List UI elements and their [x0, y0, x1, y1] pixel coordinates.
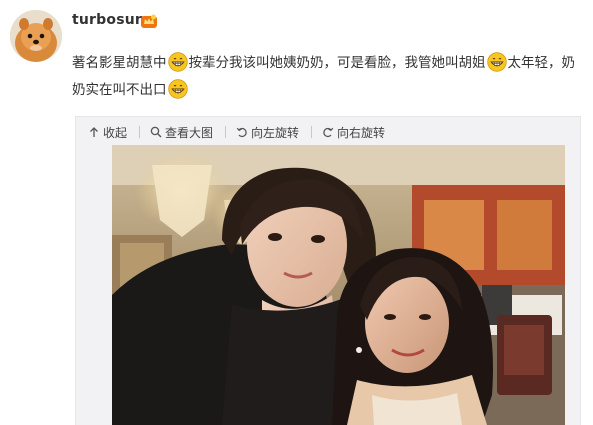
pomeranian-avatar-image [10, 10, 62, 62]
collapse-label: 收起 [103, 125, 128, 140]
grin-emoji-icon [167, 52, 188, 72]
view-large-label: 查看大图 [165, 125, 214, 140]
post-text-segment: 按辈分我该叫她姨奶奶，可是看脸，我管她叫胡姐 [188, 55, 486, 71]
selfie-photo-image [112, 145, 565, 425]
vip-crown-icon[interactable] [140, 13, 158, 29]
weibo-post: turbosun 著名影星胡慧中 按辈分我该叫她姨奶奶，可是看脸，我管她叫胡姐 … [0, 0, 593, 425]
post-photo[interactable] [112, 145, 565, 425]
post-text-segment: 著名影星胡慧中 [72, 55, 167, 71]
user-avatar[interactable] [10, 10, 62, 62]
toolbar-divider [139, 126, 141, 138]
media-toolbar: 收起 查看大图 向左旋转 向右旋转 [88, 121, 397, 143]
toolbar-divider [225, 126, 227, 138]
rotate-right-label: 向右旋转 [337, 125, 386, 140]
grin-emoji-icon [167, 79, 188, 99]
grin-emoji-icon [486, 52, 507, 72]
collapse-button[interactable]: 收起 [88, 124, 127, 141]
rotate-right-button[interactable]: 向右旋转 [322, 124, 385, 141]
view-large-button[interactable]: 查看大图 [150, 124, 213, 141]
toolbar-divider [311, 126, 313, 138]
rotate-right-icon [323, 127, 334, 138]
post-text: 著名影星胡慧中 按辈分我该叫她姨奶奶，可是看脸，我管她叫胡姐 太年轻，奶奶实在叫… [72, 50, 584, 104]
rotate-left-icon [236, 127, 247, 138]
rotate-left-label: 向左旋转 [251, 125, 300, 140]
rotate-left-button[interactable]: 向左旋转 [236, 124, 299, 141]
collapse-up-arrow-icon [90, 127, 98, 137]
username[interactable]: turbosun [72, 12, 145, 28]
magnifier-icon [150, 126, 162, 138]
